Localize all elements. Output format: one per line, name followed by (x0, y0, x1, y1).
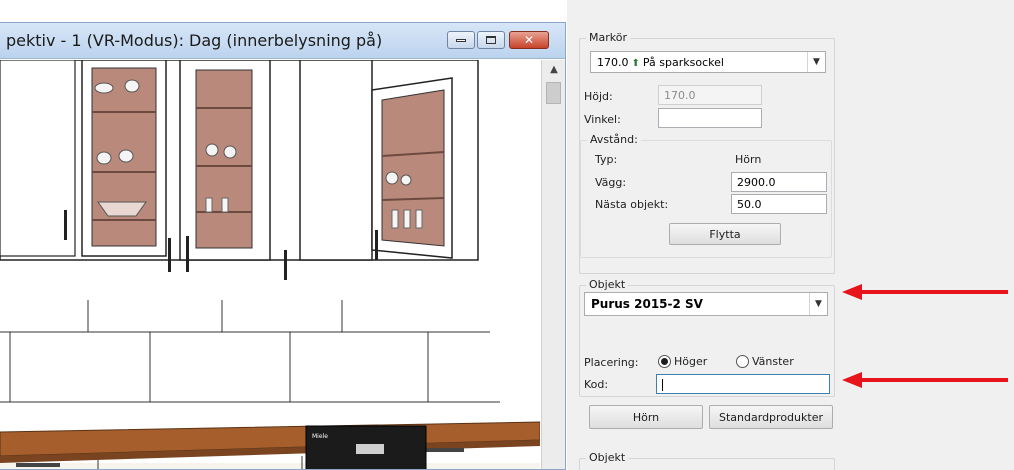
up-arrow-icon: ⬆ (631, 58, 640, 69)
marker-select[interactable]: 170.0 ⬆ På sparksockel ▼ (590, 51, 826, 73)
wall-input[interactable]: 2900.0 (731, 172, 827, 192)
object-group-2-legend: Objekt (586, 451, 629, 464)
viewport-title: pektiv - 1 (VR-Modus): Dag (innerbelysni… (6, 31, 383, 50)
chevron-down-icon[interactable]: ▼ (809, 293, 827, 315)
height-field: 170.0 (658, 85, 762, 105)
object-selected: Purus 2015-2 SV (591, 297, 703, 311)
scroll-up-icon[interactable]: ▲ (542, 60, 565, 78)
next-object-input[interactable]: 50.0 (731, 194, 827, 214)
placement-label: Placering: (584, 356, 639, 369)
chevron-down-icon[interactable]: ▼ (807, 52, 825, 72)
object-select[interactable]: Purus 2015-2 SV ▼ (584, 292, 828, 316)
maximize-button[interactable] (477, 31, 505, 49)
angle-label: Vinkel: (584, 113, 621, 126)
corner-button[interactable]: Hörn (589, 405, 703, 429)
scroll-thumb[interactable] (546, 82, 561, 104)
viewport-window[interactable]: pektiv - 1 (VR-Modus): Dag (innerbelysni… (0, 22, 566, 470)
panel-top-strip (567, 0, 1014, 22)
standard-products-button[interactable]: Standardprodukter (709, 405, 833, 429)
close-icon: ✕ (523, 33, 535, 47)
upper-cabinets (0, 60, 479, 280)
radio-dot-left[interactable] (736, 355, 749, 368)
radio-dot-right[interactable] (658, 355, 671, 368)
type-value: Hörn (735, 153, 762, 166)
angle-input[interactable] (658, 108, 762, 128)
annotation-arrow-code (842, 372, 1008, 388)
maximize-icon (486, 36, 496, 44)
marker-label: På sparksockel (642, 56, 724, 69)
radio-right-label: Höger (674, 355, 708, 368)
minimize-icon (456, 38, 466, 42)
move-button[interactable]: Flytta (669, 223, 781, 245)
object-group: Objekt Purus 2015-2 SV ▼ Placering: Höge… (579, 278, 835, 397)
marker-group-legend: Markör (586, 31, 630, 44)
radio-right[interactable]: Höger (658, 355, 707, 368)
annotation-arrow-object (842, 284, 1008, 300)
properties-panel: Markör 170.0 ⬆ På sparksockel ▼ Höjd: 170.… (567, 0, 1014, 470)
wall-label: Vägg: (595, 176, 627, 189)
code-input[interactable] (656, 374, 830, 394)
object-group-legend: Objekt (586, 278, 629, 291)
close-button[interactable]: ✕ (509, 31, 549, 49)
type-label: Typ: (595, 153, 618, 166)
distance-group: Avstånd: Typ: Hörn Vägg: 2900.0 Nästa ob… (580, 133, 832, 258)
radio-left[interactable]: Vänster (736, 355, 794, 368)
distance-group-legend: Avstånd: (587, 133, 641, 146)
text-caret (662, 379, 663, 391)
height-label: Höjd: (584, 90, 613, 103)
viewport-titlebar[interactable]: pektiv - 1 (VR-Modus): Dag (innerbelysni… (0, 23, 565, 59)
dishwasher: Miele (305, 425, 427, 469)
code-label: Kod: (584, 378, 609, 391)
kitchen-render: Miele (0, 60, 540, 469)
minimize-button[interactable] (447, 31, 475, 49)
viewport-scrollbar[interactable]: ▲ (541, 60, 565, 469)
radio-left-label: Vänster (752, 355, 794, 368)
marker-value: 170.0 (597, 56, 629, 69)
appliance-brand: Miele (312, 433, 328, 440)
next-object-label: Nästa objekt: (595, 198, 669, 211)
kitchen-3d-scene[interactable]: Miele (0, 60, 540, 469)
marker-group: Markör 170.0 ⬆ På sparksockel ▼ Höjd: 170.… (579, 31, 835, 274)
object-group-2: Objekt (579, 451, 835, 470)
